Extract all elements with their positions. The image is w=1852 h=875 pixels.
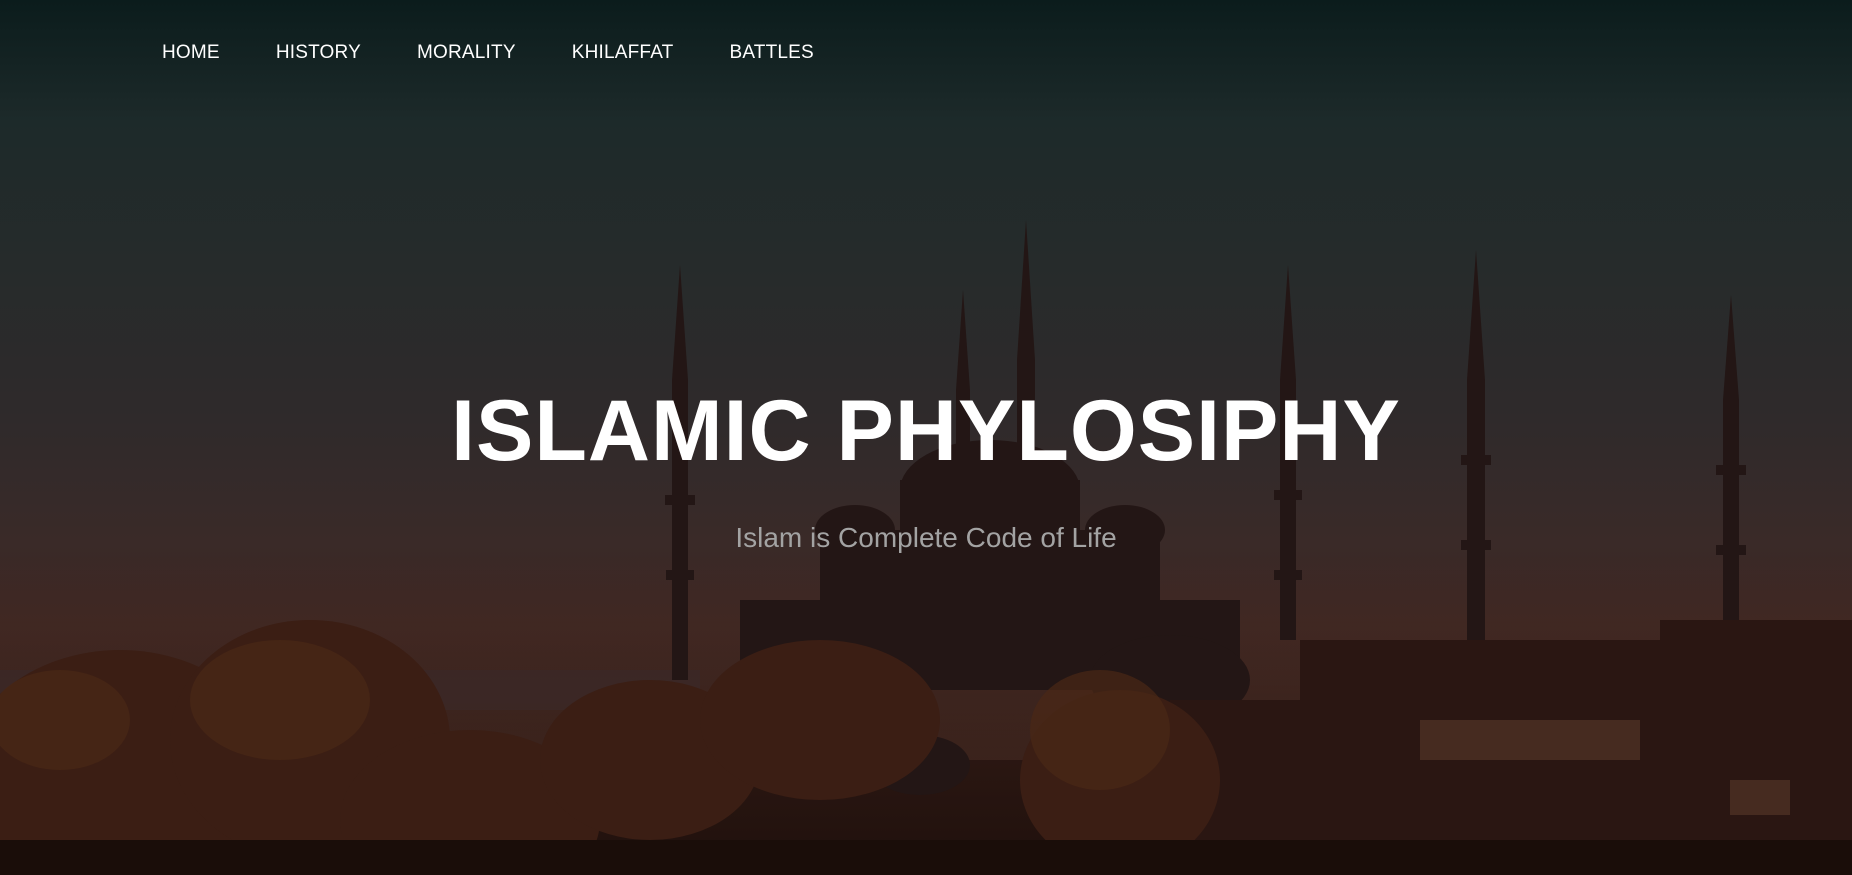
nav-link-history[interactable]: HISTORY xyxy=(276,42,361,64)
nav-link-battles[interactable]: BATTLES xyxy=(729,42,813,64)
nav-link-khilaffat[interactable]: KHILAFFAT xyxy=(572,42,674,64)
nav-link-home[interactable]: HOME xyxy=(162,42,220,64)
hero-subtitle: Islam is Complete Code of Life xyxy=(735,522,1117,553)
main-navigation: HOME HISTORY MORALITY KHILAFFAT BATTLES xyxy=(162,42,870,64)
hero-section: HOME HISTORY MORALITY KHILAFFAT BATTLES … xyxy=(0,0,1852,875)
nav-link-morality[interactable]: MORALITY xyxy=(417,42,516,64)
hero-title: ISLAMIC PHYLOSIPHY xyxy=(451,383,1401,479)
